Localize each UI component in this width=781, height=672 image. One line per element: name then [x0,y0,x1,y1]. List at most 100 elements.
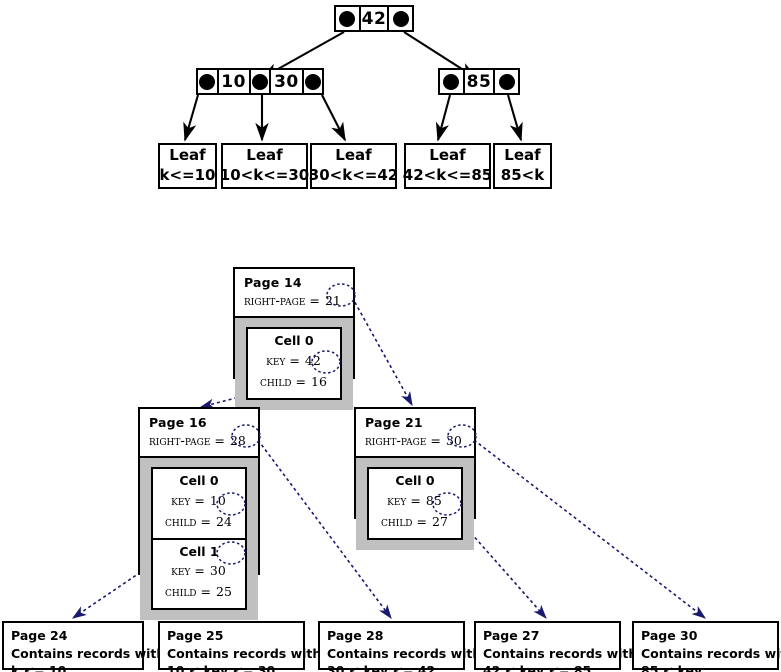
pointer-dot-icon [443,73,460,90]
page-16-cell-1: Cell 1 Key = 30 Child = 25 [151,539,247,611]
cell-title: Cell 0 [179,472,219,488]
leaf-page-desc: Contains records with [11,645,166,661]
cell-key-value: 30 [209,563,226,579]
equals-sign: = [309,292,320,308]
cell-key: Key = 10 [159,491,239,512]
leaf-page-range: 30 < key <= 42 [327,663,436,672]
page-16-cell-area: Cell 0 Key = 10 Child = 24 Cell 1 Key = … [140,455,258,621]
page-21-right-page: Right-Page = 30 [365,432,466,451]
leaf-page-24: Page 24 Contains records with k <= 10 [2,621,166,672]
leaf-range: 30<k<=42 [308,166,399,184]
cell-key: Key = 30 [159,561,239,582]
pointer-dot-icon [392,10,409,27]
equals-sign: = [416,513,427,529]
page-16-title: Page 16 [149,415,207,430]
equals-sign: = [200,513,211,529]
page-16: Page 16 Right-Page = 28 Cell 0 Key = 10 … [138,407,260,621]
leaf-range: 10<k<=30 [219,166,310,184]
pointer-dot-icon [304,73,321,90]
right-page-label: Right-Page [149,432,211,449]
child-label: Child [381,513,413,530]
leaf-label: Leaf [169,146,206,165]
cell-key-value: 10 [209,492,226,508]
page-14-right-page: Right-Page = 21 [244,292,345,311]
leaf-page-range: 10 < key <= 30 [167,663,276,672]
arrow-layer [71,31,707,620]
page-16-cell-0: Cell 0 Key = 10 Child = 24 [151,466,247,540]
leaf-range: 42<k<=85 [402,166,493,184]
btree-leaf-3: Leaf 42<k<=85 [402,143,493,189]
leaf-page-title: Page 25 [167,628,224,643]
page-16-right-page: Right-Page = 28 [149,432,250,451]
leaf-page-desc: Contains records with [167,645,322,661]
pointer-dot-icon [339,10,356,27]
btree-leaf-2: Leaf 30<k<=42 [308,143,399,189]
leaf-page-desc: Contains records with [641,645,781,661]
cell-title: Cell 0 [395,472,435,488]
page-21-cell-area: Cell 0 Key = 85 Child = 27 [356,455,474,550]
internal-left-key-0: 10 [216,70,251,93]
child-label: Child [260,373,292,390]
internal-left-pointer-1 [251,70,270,93]
page-21: Page 21 Right-Page = 30 Cell 0 Key = 85 … [354,407,476,550]
root-key: 42 [358,7,390,30]
internal-left-key-1: 30 [269,70,304,93]
cell-key-value: 85 [425,492,442,508]
internal-left-pointer-2 [304,70,323,93]
child-label: Child [165,513,197,530]
pointer-value-highlights [216,283,477,565]
pointer-dot-icon [252,73,269,90]
btree-leaf-1: Leaf 10<k<=30 [219,143,310,189]
internal-right-pointer-0 [440,70,463,93]
page-21-cell-0: Cell 0 Key = 85 Child = 27 [367,466,463,540]
internal-right-key-0: 85 [462,70,496,93]
root-pointer-left [336,7,359,30]
cell-title: Cell 1 [179,543,219,559]
leaf-page-title: Page 30 [641,628,698,643]
btree-internal-node-right: 85 [438,68,520,95]
cell-child-value: 16 [311,373,327,389]
leaf-page-28: Page 28 Contains records with 30 < key <… [318,621,482,672]
page-14-right-page-value: 21 [324,292,341,308]
equals-sign: = [430,432,441,448]
leaf-page-desc: Contains records with [327,645,482,661]
equals-sign: = [289,352,300,368]
page-14-cell-0: Cell 0 Key = 42 Child = 16 [246,326,342,400]
btree-leaf-0: Leaf k<=10 [158,143,217,189]
leaf-page-desc: Contains records with [483,645,638,661]
btree-leaf-4: Leaf 85<k [493,143,552,189]
page-16-right-page-value: 28 [229,432,246,448]
btree-root-node: 42 [334,5,414,32]
page-21-title: Page 21 [365,415,423,430]
leaf-range: 85<k [500,166,545,184]
root-pointer-right [389,7,412,30]
leaf-page-title: Page 28 [327,628,384,643]
pointer-dot-icon [498,73,515,90]
key-label: Key [266,352,286,369]
leaf-range: k<=10 [159,166,216,184]
diagram-canvas: 42 10 30 85 Leaf k<=10 Leaf 10<k<=30 Lea… [0,0,781,672]
right-page-label: Right-Page [365,432,427,449]
cell-child-value: 25 [216,584,232,600]
page-14-header: Page 14 Right-Page = 21 [235,269,353,316]
right-page-label: Right-Page [244,292,306,309]
cell-key: Key = 85 [375,491,455,512]
page-14: Page 14 Right-Page = 21 Cell 0 Key = 42 … [233,267,355,410]
key-label: Key [387,492,407,509]
leaf-page-30: Page 30 Contains records with 85 < key [632,621,781,672]
equals-sign: = [194,492,205,508]
leaf-page-27: Page 27 Contains records with 42 < key <… [474,621,638,672]
key-label: Key [171,563,191,580]
equals-sign: = [194,563,205,579]
equals-sign: = [410,492,421,508]
cell-child: Child = 27 [375,512,455,533]
internal-right-pointer-1 [495,70,518,93]
pointer-dot-icon [199,73,216,90]
cell-title: Cell 0 [274,332,314,348]
leaf-page-range: 85 < key [641,663,703,672]
btree-internal-node-left: 10 30 [196,68,324,95]
page-14-title: Page 14 [244,275,302,290]
page-21-header: Page 21 Right-Page = 30 [356,409,474,456]
cell-child-value: 27 [432,513,448,529]
leaf-page-title: Page 24 [11,628,68,643]
